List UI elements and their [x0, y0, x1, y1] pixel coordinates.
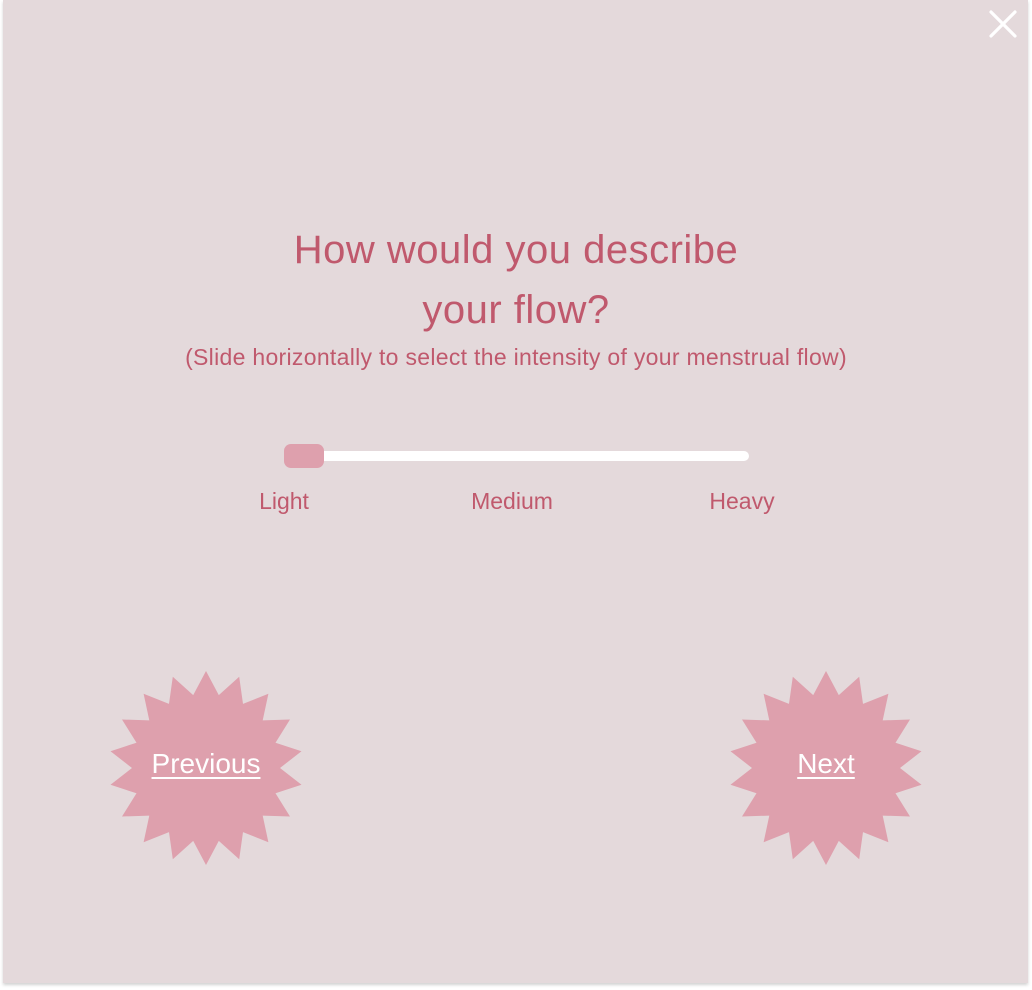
slider-label-light: Light	[259, 488, 309, 514]
question-instructions: (Slide horizontally to select the intens…	[185, 344, 847, 370]
slider-track[interactable]	[284, 451, 749, 461]
next-button[interactable]: Next	[728, 670, 924, 866]
close-button[interactable]	[985, 6, 1021, 42]
slider-label-heavy: Heavy	[709, 488, 775, 514]
question-title: How would you describe your flow?	[0, 220, 1032, 340]
next-button-label: Next	[797, 748, 855, 779]
question-title-line-2: your flow?	[422, 288, 610, 332]
flow-intensity-slider[interactable]	[284, 443, 749, 469]
slider-label-medium: Medium	[471, 488, 553, 514]
close-icon	[989, 10, 1017, 38]
previous-button-label: Previous	[151, 748, 261, 779]
previous-button[interactable]: Previous	[108, 670, 304, 866]
slider-thumb[interactable]	[284, 444, 324, 468]
question-title-line-1: How would you describe	[293, 228, 739, 272]
